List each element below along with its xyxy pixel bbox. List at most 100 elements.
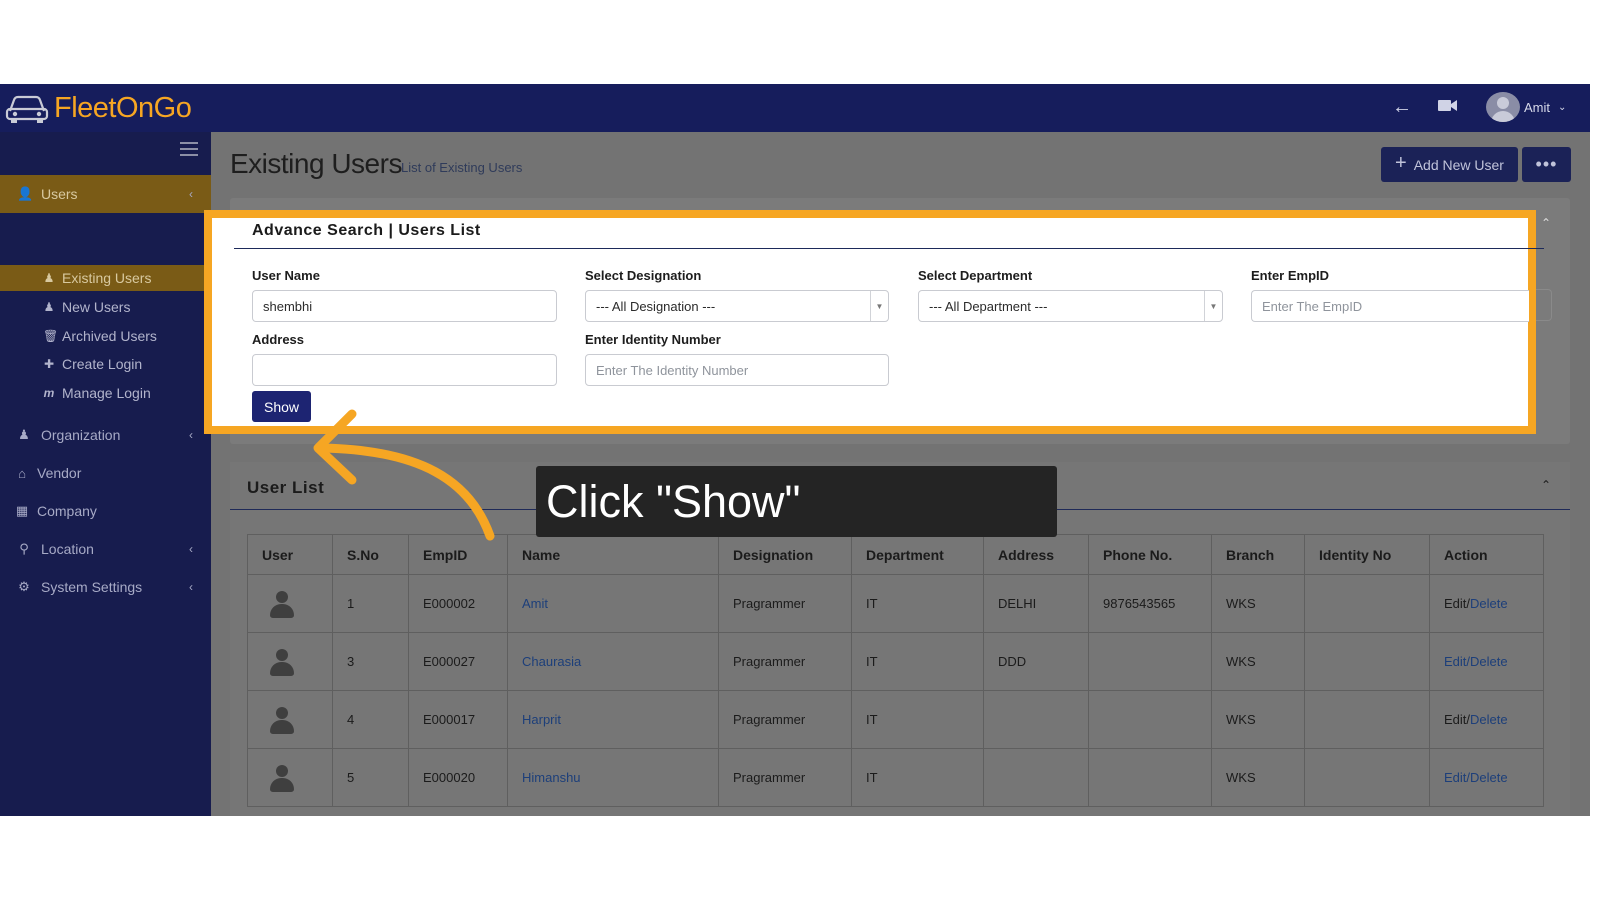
action-cell: Edit/Delete: [1429, 748, 1544, 807]
sidebar-subitem-existing-users[interactable]: ♟ Existing Users: [0, 265, 204, 291]
designation-cell: Pragrammer: [718, 690, 852, 749]
edit-link[interactable]: Edit: [1444, 654, 1466, 669]
department-cell: IT: [851, 690, 984, 749]
column-header[interactable]: Designation: [718, 534, 852, 575]
page-subtitle: List of Existing Users: [401, 160, 523, 175]
empid-input[interactable]: Enter The EmpID: [1251, 290, 1529, 322]
user-icon: ♟: [43, 300, 55, 314]
collapse-search-icon[interactable]: ⌃: [1541, 216, 1551, 230]
department-label: Select Department: [918, 268, 1033, 283]
user-icon: 👤: [17, 186, 34, 201]
sidebar-subitem-label: Existing Users: [62, 270, 152, 286]
sidebar-item-location[interactable]: ⚲ Location ‹: [0, 530, 211, 568]
department-cell: IT: [851, 748, 984, 807]
sidebar-item-label: Users: [41, 186, 78, 202]
user-name-label: User Name: [252, 268, 320, 283]
user-name-link[interactable]: Harprit: [522, 712, 561, 727]
back-arrow-icon[interactable]: ←: [1392, 96, 1412, 119]
column-header[interactable]: Address: [983, 534, 1089, 575]
delete-link[interactable]: Delete: [1470, 712, 1508, 727]
sidebar-item-label: System Settings: [41, 579, 143, 595]
identity-number-label: Enter Identity Number: [585, 332, 721, 347]
branch-cell: WKS: [1211, 690, 1305, 749]
sidebar-subitem-label: Manage Login: [62, 385, 151, 401]
sidebar-item-label: Company: [37, 503, 97, 519]
user-name-input[interactable]: shembhi: [252, 290, 557, 322]
department-cell: IT: [851, 574, 984, 633]
identity-cell: [1304, 690, 1430, 749]
column-header[interactable]: Identity No: [1304, 534, 1430, 575]
designation-cell: Pragrammer: [718, 748, 852, 807]
sidebar-item-system-settings[interactable]: ⚙ System Settings ‹: [0, 568, 211, 606]
column-header[interactable]: Phone No.: [1088, 534, 1212, 575]
brand-logo[interactable]: FleetOnGo: [4, 90, 192, 126]
trash-icon: 🗑: [43, 329, 59, 343]
brand-part-1: Fleet: [54, 91, 116, 124]
user-name-link[interactable]: Chaurasia: [522, 654, 581, 669]
car-icon: [5, 95, 49, 123]
sidebar-item-vendor[interactable]: ⌂ Vendor: [0, 454, 211, 492]
user-icon: ♟: [18, 427, 30, 442]
column-header[interactable]: Department: [851, 534, 984, 575]
sno-cell: 3: [332, 632, 409, 691]
sidebar-item-label: Location: [41, 541, 94, 557]
delete-link[interactable]: Delete: [1470, 770, 1508, 785]
empid-cell: E000002: [408, 574, 508, 633]
designation-select[interactable]: --- All Designation --- ▼: [585, 290, 889, 322]
sidebar-subitem-label: Archived Users: [62, 328, 157, 344]
video-camera-icon[interactable]: [1438, 96, 1458, 119]
edit-link[interactable]: Edit: [1444, 712, 1466, 727]
column-header[interactable]: Name: [507, 534, 719, 575]
empid-cell: E000017: [408, 690, 508, 749]
building-icon: ▦: [15, 503, 29, 518]
chevron-down-icon: ⌄: [1558, 101, 1567, 113]
caret-down-icon: ▼: [870, 291, 888, 321]
sidebar-subitem-create-login[interactable]: ✚ Create Login: [0, 351, 204, 377]
sidebar-item-organization[interactable]: ♟ Organization ‹: [0, 416, 211, 454]
delete-link[interactable]: Delete: [1470, 654, 1508, 669]
sidebar-subitem-manage-login[interactable]: m Manage Login: [0, 380, 204, 406]
department-selected-value: --- All Department ---: [929, 298, 1048, 314]
edit-link[interactable]: Edit: [1444, 770, 1466, 785]
user-avatar-icon: [267, 763, 297, 793]
sidebar-item-label: Vendor: [37, 465, 82, 481]
delete-link[interactable]: Delete: [1470, 596, 1508, 611]
empid-label: Enter EmpID: [1251, 268, 1330, 283]
address-cell: [983, 690, 1089, 749]
department-select[interactable]: --- All Department --- ▼: [918, 290, 1223, 322]
address-input[interactable]: [252, 354, 557, 386]
address-cell: DDD: [983, 632, 1089, 691]
user-name-link[interactable]: Amit: [522, 596, 548, 611]
empid-input-edge: [1536, 289, 1552, 321]
more-options-button[interactable]: •••: [1522, 147, 1571, 182]
table-row: 5 E000020 Himanshu Pragrammer IT WKS Edi…: [247, 748, 1544, 807]
designation-cell: Pragrammer: [718, 574, 852, 633]
user-name-link[interactable]: Himanshu: [522, 770, 581, 785]
collapse-list-icon[interactable]: ⌃: [1541, 478, 1551, 492]
column-header[interactable]: Action: [1429, 534, 1544, 575]
designation-selected-value: --- All Designation ---: [596, 298, 716, 314]
divider: [234, 248, 1544, 249]
user-cell: [247, 574, 333, 633]
add-new-user-button[interactable]: + Add New User: [1381, 147, 1518, 182]
user-cell: [247, 690, 333, 749]
chevron-left-icon: ‹: [189, 428, 193, 442]
sidebar-subitem-new-users[interactable]: ♟ New Users: [0, 294, 204, 320]
column-header[interactable]: Branch: [1211, 534, 1305, 575]
sidebar-subitem-archived-users[interactable]: 🗑 Archived Users: [0, 323, 204, 349]
edit-link[interactable]: Edit: [1444, 596, 1466, 611]
identity-number-input[interactable]: Enter The Identity Number: [585, 354, 889, 386]
table-row: 1 E000002 Amit Pragrammer IT DELHI 98765…: [247, 574, 1544, 633]
hamburger-menu-icon[interactable]: [180, 142, 198, 160]
sidebar-item-users[interactable]: 👤 Users ‹: [0, 175, 211, 213]
brand-name: FleetOnGo: [54, 91, 192, 125]
sidebar-item-label: Organization: [41, 427, 121, 443]
manage-icon: m: [43, 386, 55, 400]
avatar: [1486, 92, 1520, 122]
sidebar-item-company[interactable]: ▦ Company: [0, 492, 211, 530]
user-menu[interactable]: Amit ⌄: [1486, 92, 1566, 122]
home-icon: ⌂: [18, 465, 26, 481]
gear-icon: ⚙: [18, 579, 30, 594]
phone-cell: [1088, 632, 1212, 691]
user-icon: ♟: [43, 271, 55, 285]
